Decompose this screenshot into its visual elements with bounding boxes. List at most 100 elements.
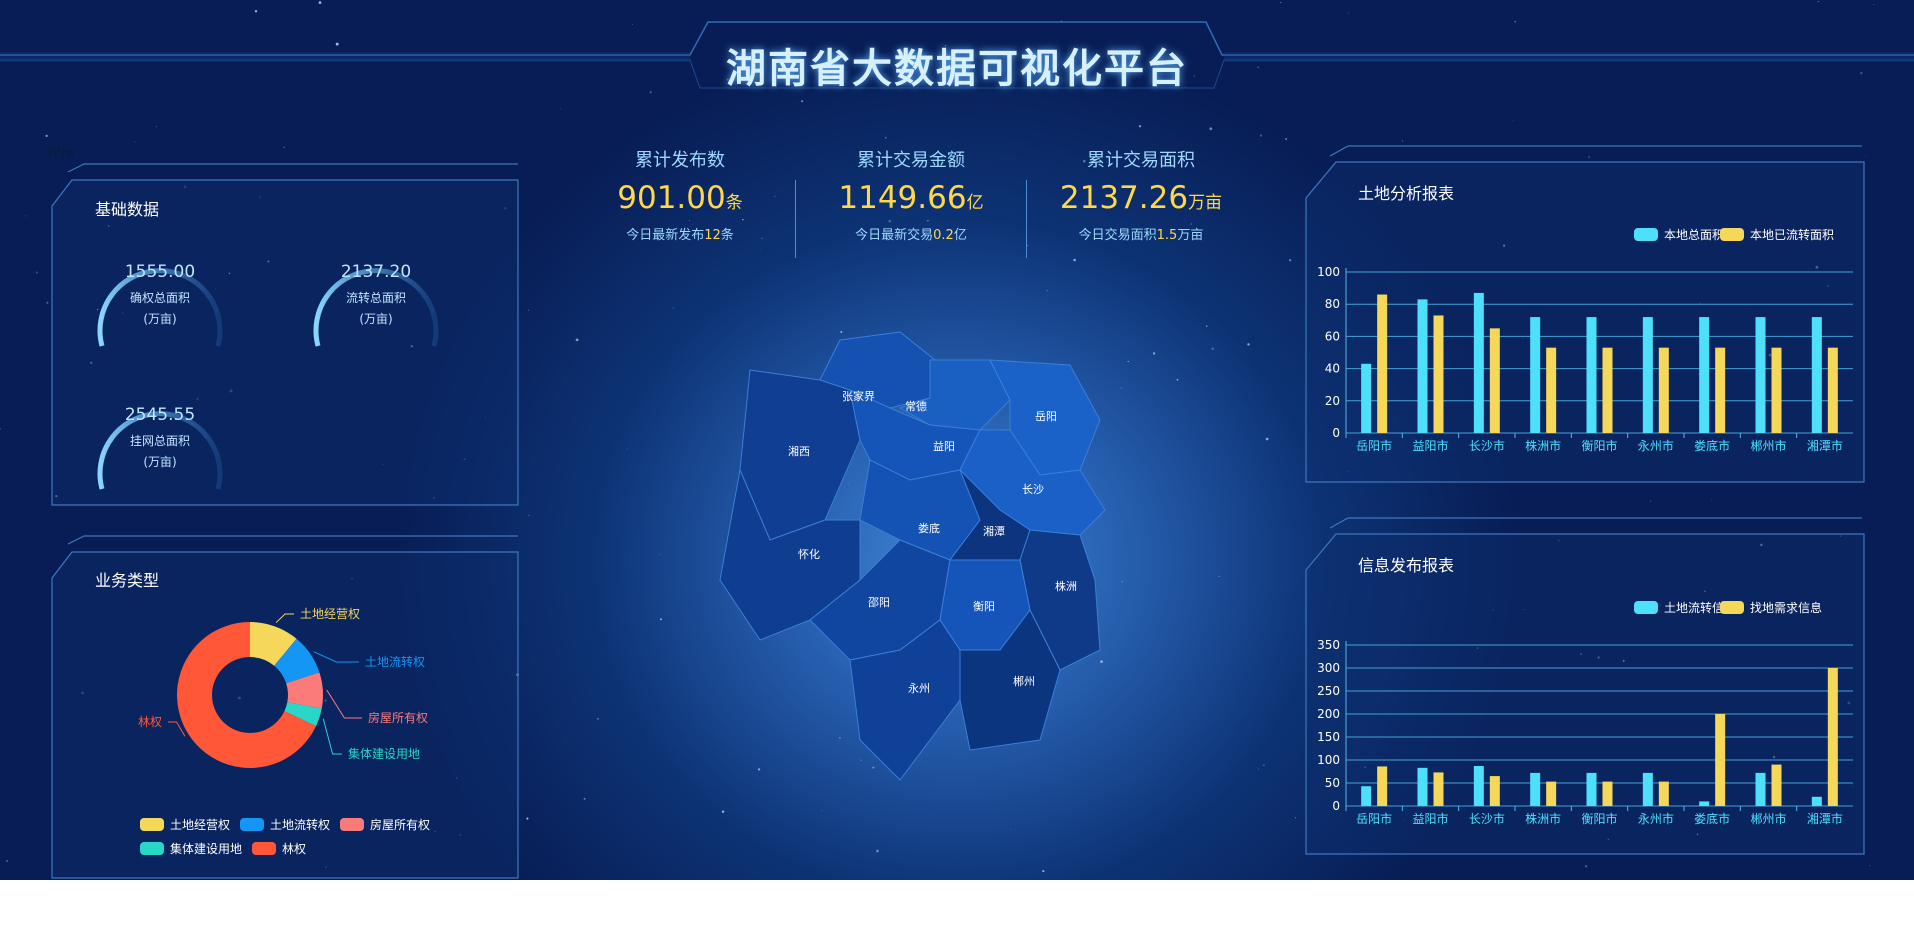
dashboard: 湖南省大数据可视化平台 h're 基础数据 1555.00 确权总面积 (万亩) … xyxy=(0,0,1914,880)
x-tick-label: 株洲市 xyxy=(1525,438,1561,453)
stat-title: 累计交易面积 xyxy=(1087,150,1195,171)
bar-a[interactable] xyxy=(1755,317,1766,433)
bar-a[interactable] xyxy=(1417,299,1428,433)
bar-a[interactable] xyxy=(1417,767,1428,806)
star xyxy=(1152,352,1156,355)
bar-b[interactable] xyxy=(1602,347,1613,433)
hunan-map[interactable]: 张家界常德岳阳湘西 益阳长沙娄底 湘潭怀化株洲邵阳 衡阳永州 郴州 xyxy=(700,320,1120,790)
y-tick-label: 100 xyxy=(1317,265,1340,279)
star xyxy=(575,338,579,342)
pie-label: 房屋所有权 xyxy=(368,710,428,725)
bar-b[interactable] xyxy=(1489,328,1500,433)
bar-b[interactable] xyxy=(1377,294,1388,433)
y-tick-label: 150 xyxy=(1317,730,1340,744)
stat-value: 2137.26万亩 xyxy=(1059,180,1223,216)
bar-b[interactable] xyxy=(1377,766,1388,806)
star xyxy=(527,309,530,311)
star xyxy=(35,271,38,274)
y-tick-label: 0 xyxy=(1332,799,1340,813)
bar-a[interactable] xyxy=(1530,772,1541,806)
stat-value: 1149.66亿 xyxy=(838,180,984,216)
pie-legend-item[interactable]: 土地流转权 xyxy=(240,817,330,832)
stat-trade-amount: 累计交易金额 1149.66亿 今日最新交易0.2亿 xyxy=(806,146,1016,243)
y-tick-label: 50 xyxy=(1325,776,1340,790)
y-tick-label: 80 xyxy=(1325,297,1340,311)
bar-a[interactable] xyxy=(1811,796,1822,806)
map-region-label: 长沙 xyxy=(1022,483,1044,496)
map-region-label: 邵阳 xyxy=(868,596,890,609)
bar-b[interactable] xyxy=(1827,347,1838,433)
page-title: 湖南省大数据可视化平台 xyxy=(726,46,1188,92)
bar-a[interactable] xyxy=(1811,317,1822,433)
bar-b[interactable] xyxy=(1771,347,1782,433)
bar-a[interactable] xyxy=(1361,363,1372,433)
star xyxy=(1010,829,1012,831)
map-region-label: 娄底 xyxy=(918,521,940,535)
pie-legend-item[interactable]: 房屋所有权 xyxy=(340,817,430,832)
bar-a[interactable] xyxy=(1473,292,1484,433)
legend-swatch xyxy=(1634,228,1658,241)
pie-leader-line xyxy=(275,613,294,623)
bar-b[interactable] xyxy=(1602,781,1613,806)
bar-a[interactable] xyxy=(1699,801,1710,806)
x-tick-label: 岳阳市 xyxy=(1356,438,1392,453)
pie-legend-item[interactable]: 集体建设用地 xyxy=(140,841,242,856)
bar-b[interactable] xyxy=(1489,776,1500,806)
bar-a[interactable] xyxy=(1642,317,1653,433)
stat-release-count: 累计发布数 901.00条 今日最新发布12条 xyxy=(575,146,785,243)
bar-b[interactable] xyxy=(1715,714,1726,806)
bar-b[interactable] xyxy=(1546,347,1557,433)
gauge-listed-area: 2545.55 挂网总面积 (万亩) xyxy=(90,373,230,503)
legend-item[interactable]: 本地已流转面积 xyxy=(1720,227,1834,242)
pie-leader-line xyxy=(322,718,342,755)
bar-a[interactable] xyxy=(1642,772,1653,806)
star xyxy=(597,718,599,720)
legend-label: 本地总面积 xyxy=(1664,228,1724,242)
land-analysis-title: 土地分析报表 xyxy=(1358,184,1455,203)
y-tick-label: 40 xyxy=(1325,362,1340,376)
star xyxy=(1218,575,1220,577)
bar-a[interactable] xyxy=(1586,317,1597,433)
x-tick-label: 益阳市 xyxy=(1412,438,1448,453)
star xyxy=(760,249,762,251)
bar-b[interactable] xyxy=(1546,781,1557,806)
legend-item[interactable]: 找地需求信息 xyxy=(1720,600,1822,615)
pie-legend-item[interactable]: 林权 xyxy=(252,842,306,856)
star xyxy=(283,146,285,148)
y-tick-label: 350 xyxy=(1317,638,1340,652)
legend-item[interactable]: 本地总面积 xyxy=(1634,228,1724,242)
y-tick-label: 0 xyxy=(1332,426,1340,440)
bar-a[interactable] xyxy=(1361,786,1372,806)
bar-a[interactable] xyxy=(1530,317,1541,433)
pie-label: 土地流转权 xyxy=(365,654,425,669)
stat-desc: 今日最新发布12条 xyxy=(626,228,734,243)
star xyxy=(1209,127,1213,131)
star xyxy=(1026,244,1029,247)
star xyxy=(1176,378,1179,381)
map-region-label: 益阳 xyxy=(933,439,955,453)
star xyxy=(1711,499,1712,501)
bar-b[interactable] xyxy=(1827,668,1838,806)
legend-swatch xyxy=(252,842,276,855)
bar-a[interactable] xyxy=(1699,317,1710,433)
pie-legend-item[interactable]: 土地经营权 xyxy=(140,818,230,832)
bar-b[interactable] xyxy=(1433,315,1444,433)
bar-b[interactable] xyxy=(1658,347,1669,433)
bar-a[interactable] xyxy=(1473,765,1484,806)
x-tick-label: 长沙市 xyxy=(1469,811,1505,826)
basic-data-title: 基础数据 xyxy=(95,200,160,219)
bar-b[interactable] xyxy=(1715,347,1726,433)
bar-b[interactable] xyxy=(1433,772,1444,806)
bar-b[interactable] xyxy=(1658,781,1669,806)
gauge-label: 挂网总面积 (万亩) xyxy=(129,434,190,469)
bar-a[interactable] xyxy=(1755,772,1766,806)
legend-swatch xyxy=(1720,601,1744,614)
map-region-label: 衡阳 xyxy=(973,600,995,613)
gauge-value: 1555.00 xyxy=(124,262,196,282)
star xyxy=(526,817,529,820)
star xyxy=(1247,343,1250,346)
bar-a[interactable] xyxy=(1586,772,1597,806)
bar-b[interactable] xyxy=(1771,764,1782,806)
star xyxy=(25,215,27,217)
business-pie-chart: 土地经营权土地流转权房屋所有权集体建设用地林权土地经营权 土地流转权 房屋所有权集体… xyxy=(138,607,430,856)
